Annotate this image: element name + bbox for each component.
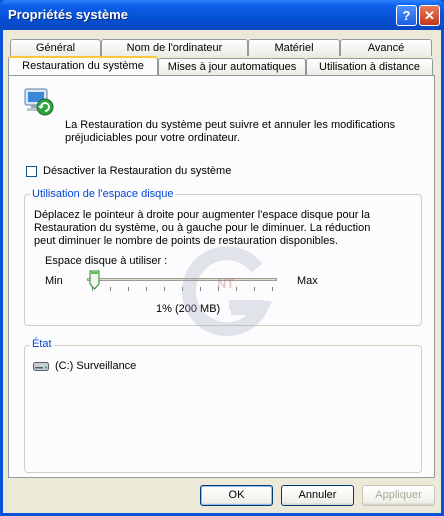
slider-thumb[interactable] (89, 270, 100, 290)
window-title: Propriétés système (8, 7, 128, 22)
tab-advanced[interactable]: Avancé (340, 39, 432, 56)
tab-automatic-updates[interactable]: Mises à jour automatiques (158, 58, 306, 75)
tab-label: Mises à jour automatiques (167, 61, 297, 73)
disk-desc-line-2: Restauration du système, ou à gauche pou… (34, 222, 371, 234)
tab-label: Restauration du système (22, 60, 144, 72)
close-icon: ✕ (424, 8, 435, 23)
slider-label: Espace disque à utiliser : (45, 255, 168, 267)
tab-remote[interactable]: Utilisation à distance (306, 58, 433, 75)
slider-max-label: Max (297, 275, 318, 287)
dialog-client-area: Général Nom de l'ordinateur Matériel Ava… (3, 30, 441, 513)
intro-line-1: La Restauration du système peut suivre e… (65, 119, 396, 131)
slider-tick (128, 287, 129, 291)
slider-min-label: Min (45, 275, 63, 287)
intro-line-2: préjudiciables pour votre ordinateur. (65, 132, 240, 144)
tab-label: Utilisation à distance (319, 61, 420, 73)
tab-label: Nom de l'ordinateur (126, 42, 223, 54)
disk-desc-line-1: Déplacez le pointeur à droite pour augme… (34, 209, 370, 221)
disable-restore-checkbox[interactable] (26, 166, 37, 177)
help-button[interactable]: ? (396, 5, 417, 26)
close-button[interactable]: ✕ (419, 5, 440, 26)
watermark: NT (179, 246, 279, 346)
disk-usage-legend: Utilisation de l'espace disque (30, 188, 176, 200)
state-legend: État (30, 338, 54, 350)
tab-label: Général (35, 42, 76, 54)
slider-tick (146, 287, 147, 291)
hard-drive-icon (33, 362, 49, 371)
slider-tick (164, 287, 165, 291)
cancel-button[interactable]: Annuler (281, 485, 354, 506)
title-bar[interactable]: Propriétés système ? ✕ (0, 0, 444, 30)
ok-button[interactable]: OK (200, 485, 273, 506)
tab-computer-name[interactable]: Nom de l'ordinateur (101, 39, 248, 56)
tab-label: Avancé (367, 42, 405, 54)
apply-button[interactable]: Appliquer (362, 485, 435, 506)
tab-panel: La Restauration du système peut suivre e… (8, 75, 435, 478)
help-icon: ? (402, 8, 411, 23)
system-properties-window: Propriétés système ? ✕ Général Nom de l'… (0, 0, 444, 516)
drive-label: (C:) Surveillance (55, 360, 137, 372)
slider-tick (110, 287, 111, 291)
system-restore-icon (24, 88, 54, 116)
watermark-logo-icon (181, 246, 273, 337)
tab-label: Matériel (274, 42, 314, 54)
tab-hardware[interactable]: Matériel (248, 39, 340, 56)
disable-restore-label[interactable]: Désactiver la Restauration du système (43, 165, 231, 177)
drive-list-item[interactable]: (C:) Surveillance (33, 360, 233, 374)
tab-system-restore[interactable]: Restauration du système (8, 56, 158, 75)
watermark-text: NT (217, 276, 235, 291)
tab-general[interactable]: Général (10, 39, 101, 56)
